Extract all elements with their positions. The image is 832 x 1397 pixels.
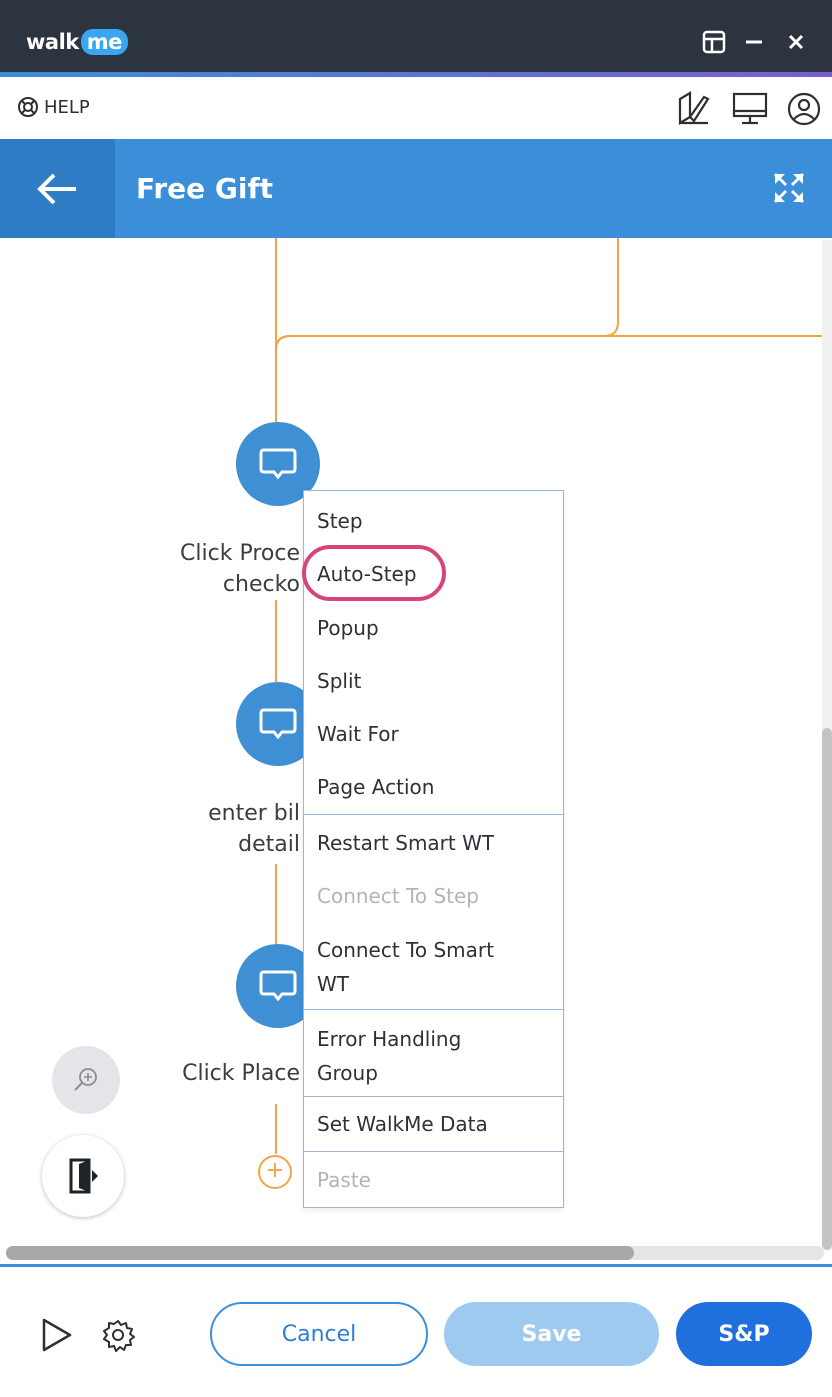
menu-item-split[interactable]: Split: [304, 668, 563, 694]
speech-bubble-icon: [259, 708, 297, 740]
menu-item-paste: Paste: [317, 1168, 371, 1192]
menu-item-wait-for[interactable]: Wait For: [304, 721, 563, 747]
horizontal-scrollbar[interactable]: [6, 1246, 824, 1260]
speech-bubble-icon: [259, 970, 297, 1002]
menu-item-connect-to-step: Connect To Step: [317, 884, 480, 908]
menu-divider: [304, 1096, 563, 1097]
menu-item-connect-to-smart-wt[interactable]: Connect To Smart WT: [304, 937, 563, 997]
menu-item-restart-smart-wt[interactable]: Restart Smart WT: [304, 830, 563, 856]
logo-text-prefix: walk: [26, 30, 79, 54]
help-link[interactable]: HELP: [16, 95, 90, 119]
menu-item-popup[interactable]: Popup: [304, 615, 563, 641]
play-icon[interactable]: [38, 1317, 74, 1353]
page-title: Free Gift: [136, 172, 274, 205]
monitor-icon[interactable]: [730, 89, 770, 129]
fullscreen-icon[interactable]: [772, 171, 806, 205]
menu-divider: [304, 814, 563, 815]
save-button[interactable]: Save: [444, 1302, 659, 1366]
lifebuoy-icon: [18, 97, 38, 117]
menu-item-step[interactable]: Step: [304, 508, 563, 534]
help-label: HELP: [44, 96, 90, 118]
minimize-icon[interactable]: [736, 24, 772, 60]
layout-toggle-icon[interactable]: [696, 24, 732, 60]
menu-divider: [304, 1009, 563, 1010]
help-bar: HELP: [0, 77, 832, 140]
vertical-scroll-thumb[interactable]: [822, 728, 832, 1250]
flow-step-label: Click Proce checko: [180, 541, 300, 597]
menu-item-page-action[interactable]: Page Action: [304, 774, 563, 800]
exit-flow-button[interactable]: [42, 1135, 124, 1217]
flow-header: Free Gift: [0, 139, 832, 238]
flow-step-label: enter bil detail: [208, 801, 300, 857]
gear-icon[interactable]: [100, 1317, 136, 1353]
menu-divider: [304, 1151, 563, 1152]
user-profile-icon[interactable]: [784, 89, 824, 129]
vertical-scrollbar[interactable]: [822, 240, 832, 1250]
logo-text-suffix: me: [80, 29, 128, 55]
zoom-in-icon: [74, 1068, 97, 1091]
horizontal-scroll-thumb[interactable]: [6, 1246, 634, 1260]
menu-item-set-walkme-data[interactable]: Set WalkMe Data: [304, 1111, 563, 1137]
door-exit-icon: [69, 1158, 98, 1194]
title-bar: walk me: [0, 0, 832, 76]
editor-icon[interactable]: [674, 89, 714, 129]
auto-step-highlight: [302, 545, 446, 601]
walkme-logo: walk me: [26, 28, 128, 56]
close-icon[interactable]: [778, 24, 814, 60]
footer-bar: Cancel Save S&P: [0, 1264, 832, 1397]
cancel-button[interactable]: Cancel: [210, 1302, 428, 1366]
speech-bubble-icon: [259, 448, 297, 480]
add-step-icon[interactable]: +: [258, 1155, 292, 1189]
menu-item-error-handling-group[interactable]: Error Handling Group: [304, 1026, 563, 1086]
arrow-left-icon: [36, 173, 76, 204]
back-button[interactable]: [0, 139, 115, 238]
zoom-in-button[interactable]: [52, 1046, 120, 1114]
save-and-publish-button[interactable]: S&P: [676, 1302, 812, 1366]
flow-step-label: Click Place: [182, 1061, 300, 1086]
